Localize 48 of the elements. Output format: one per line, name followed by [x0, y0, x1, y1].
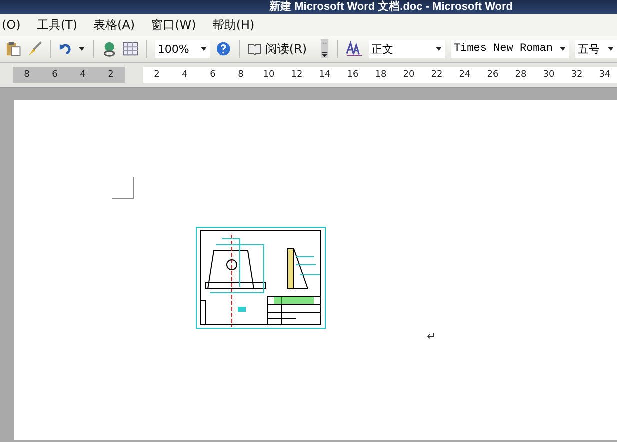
ruler-number: 16: [346, 70, 360, 80]
crop-mark-icon: [112, 177, 135, 200]
font-size-dropdown[interactable]: 五号: [574, 40, 617, 58]
caret-icon[interactable]: [608, 47, 614, 51]
font-dropdown[interactable]: Times New Roman: [450, 40, 569, 58]
book-icon: [248, 43, 262, 55]
read-button[interactable]: 阅读(R): [248, 40, 308, 58]
menu-item[interactable]: 工具(T): [36, 16, 78, 34]
menu-item[interactable]: (O): [2, 18, 21, 32]
grip-icon[interactable]: [321, 39, 329, 59]
caret-icon[interactable]: [436, 47, 442, 51]
menu-item[interactable]: 帮助(H): [212, 16, 255, 34]
ruler-number: 24: [458, 70, 472, 80]
ruler-number: 30: [542, 70, 556, 80]
zoom-dropdown[interactable]: 100%: [154, 40, 210, 58]
caret-icon[interactable]: [560, 47, 566, 51]
window-title: 新建 Microsoft Word 文档.doc - Microsoft Word: [270, 0, 513, 14]
help-icon[interactable]: [216, 41, 232, 57]
ruler-number: 10: [262, 70, 276, 80]
ruler-number: 6: [209, 70, 217, 80]
style-dropdown[interactable]: 正文: [368, 40, 445, 58]
ruler-number: 4: [79, 70, 87, 80]
caret-icon[interactable]: [201, 47, 208, 51]
ruler-number: 2: [153, 70, 161, 80]
styles-icon[interactable]: [346, 41, 363, 57]
ruler-number: 8: [237, 70, 245, 80]
ruler-number: 18: [374, 70, 388, 80]
clipboard-icon[interactable]: [6, 41, 22, 57]
menu-item[interactable]: 表格(A): [94, 16, 136, 34]
ruler-number: 22: [430, 70, 444, 80]
cad-drawing[interactable]: [196, 227, 326, 329]
menu-item[interactable]: 窗口(W): [151, 16, 196, 34]
ruler-number: 26: [486, 70, 500, 80]
ruler-number: 32: [570, 70, 584, 80]
ruler-number: 4: [181, 70, 189, 80]
undo-icon[interactable]: [59, 42, 73, 56]
ruler-number: 8: [23, 70, 31, 80]
ruler-number: 28: [514, 70, 528, 80]
ruler-number: 2: [107, 70, 115, 80]
paragraph-mark: ↵: [427, 330, 436, 343]
ruler-number: 34: [598, 70, 612, 80]
ruler-number: 20: [402, 70, 416, 80]
ruler-number: 14: [318, 70, 332, 80]
brush-icon[interactable]: [27, 41, 42, 57]
table-icon[interactable]: [122, 42, 138, 56]
caret-icon[interactable]: [78, 47, 85, 51]
ruler-number: 6: [51, 70, 59, 80]
ruler-number: 12: [290, 70, 304, 80]
